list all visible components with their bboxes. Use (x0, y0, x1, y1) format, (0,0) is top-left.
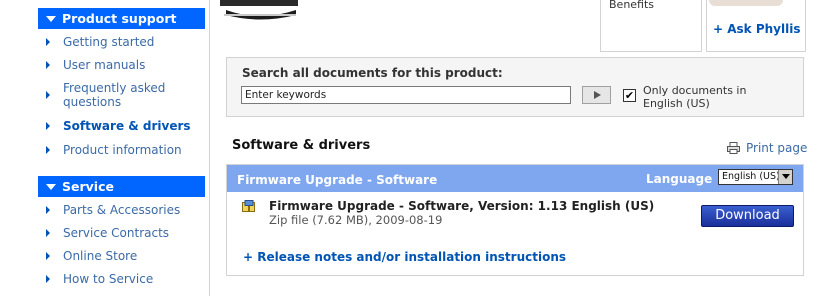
only-english-checkbox[interactable]: ✔ (623, 89, 636, 102)
sidebar-item-label: Online Store (63, 249, 138, 263)
play-icon (594, 91, 601, 99)
product-support-heading-label: Product support (62, 11, 177, 26)
search-panel: Search all documents for this product: ✔… (226, 57, 804, 117)
chevron-right-icon (46, 146, 50, 154)
only-english-label: Only documents in English (US) (643, 84, 747, 110)
sidebar-item-software-drivers[interactable]: Software & drivers (46, 119, 206, 133)
sidebar-item-label: How to Service (63, 272, 154, 286)
chevron-right-icon (46, 38, 50, 46)
product-image (220, 0, 298, 20)
language-select-value: English (US) (722, 171, 780, 182)
phyllis-photo (709, 0, 783, 6)
ask-phyllis-link[interactable]: + Ask Phyllis (713, 22, 800, 36)
sidebar-item-label: User manuals (63, 58, 146, 72)
chevron-right-icon (46, 252, 50, 260)
sidebar-item-faq[interactable]: Frequently asked questions (46, 81, 176, 109)
benefits-label: Benefits (609, 0, 655, 11)
printer-icon (727, 142, 740, 154)
release-notes-link[interactable]: + Release notes and/or installation inst… (243, 250, 566, 264)
print-page-label: Print page (746, 141, 808, 155)
search-go-button[interactable] (582, 86, 611, 104)
chevron-right-icon (46, 206, 50, 214)
chevron-right-icon (46, 61, 50, 69)
sidebar-item-label: Software & drivers (63, 119, 191, 133)
sidebar-item-user-manuals[interactable]: User manuals (46, 58, 206, 72)
sidebar-item-service-contracts[interactable]: Service Contracts (46, 226, 206, 240)
firmware-header: Firmware Upgrade - Software Language Eng… (227, 165, 803, 192)
sidebar-item-label: Product information (63, 143, 182, 157)
sidebar-item-product-information[interactable]: Product information (46, 143, 206, 157)
zip-file-icon (242, 200, 255, 212)
software-drivers-title: Software & drivers (232, 138, 371, 153)
sidebar-item-label: Parts & Accessories (63, 203, 181, 217)
sidebar-item-label: Service Contracts (63, 226, 170, 240)
ask-phyllis-panel: + Ask Phyllis (706, 0, 806, 52)
caret-down-icon (46, 16, 56, 22)
sidebar: Product support Getting started User man… (0, 0, 210, 296)
caret-down-icon (46, 184, 56, 190)
chevron-right-icon (46, 275, 50, 283)
sidebar-item-getting-started[interactable]: Getting started (46, 35, 206, 49)
print-page-link[interactable]: Print page (727, 141, 807, 155)
firmware-file-meta: Zip file (7.62 MB), 2009-08-19 (269, 213, 443, 227)
firmware-section-title: Firmware Upgrade - Software (237, 173, 438, 187)
product-support-heading[interactable]: Product support (38, 8, 205, 29)
sidebar-item-parts-accessories[interactable]: Parts & Accessories (46, 203, 206, 217)
benefits-panel: Benefits (600, 0, 702, 52)
language-select[interactable]: English (US) (718, 169, 793, 185)
chevron-right-icon (46, 91, 50, 99)
service-heading[interactable]: Service (38, 176, 205, 197)
chevron-right-icon (46, 122, 50, 130)
download-button[interactable]: Download (701, 205, 794, 227)
chevron-down-icon (778, 170, 792, 184)
sidebar-item-how-to-service[interactable]: How to Service (46, 272, 206, 286)
firmware-block: Firmware Upgrade - Software Language Eng… (226, 164, 804, 276)
service-heading-label: Service (62, 179, 114, 194)
firmware-file-name: Firmware Upgrade - Software, Version: 1.… (269, 199, 655, 213)
chevron-right-icon (46, 229, 50, 237)
search-title: Search all documents for this product: (242, 66, 503, 80)
sidebar-item-label: Frequently asked questions (63, 81, 166, 109)
sidebar-item-label: Getting started (63, 35, 155, 49)
sidebar-item-online-store[interactable]: Online Store (46, 249, 206, 263)
language-label: Language (646, 172, 713, 186)
search-input[interactable] (241, 86, 571, 104)
